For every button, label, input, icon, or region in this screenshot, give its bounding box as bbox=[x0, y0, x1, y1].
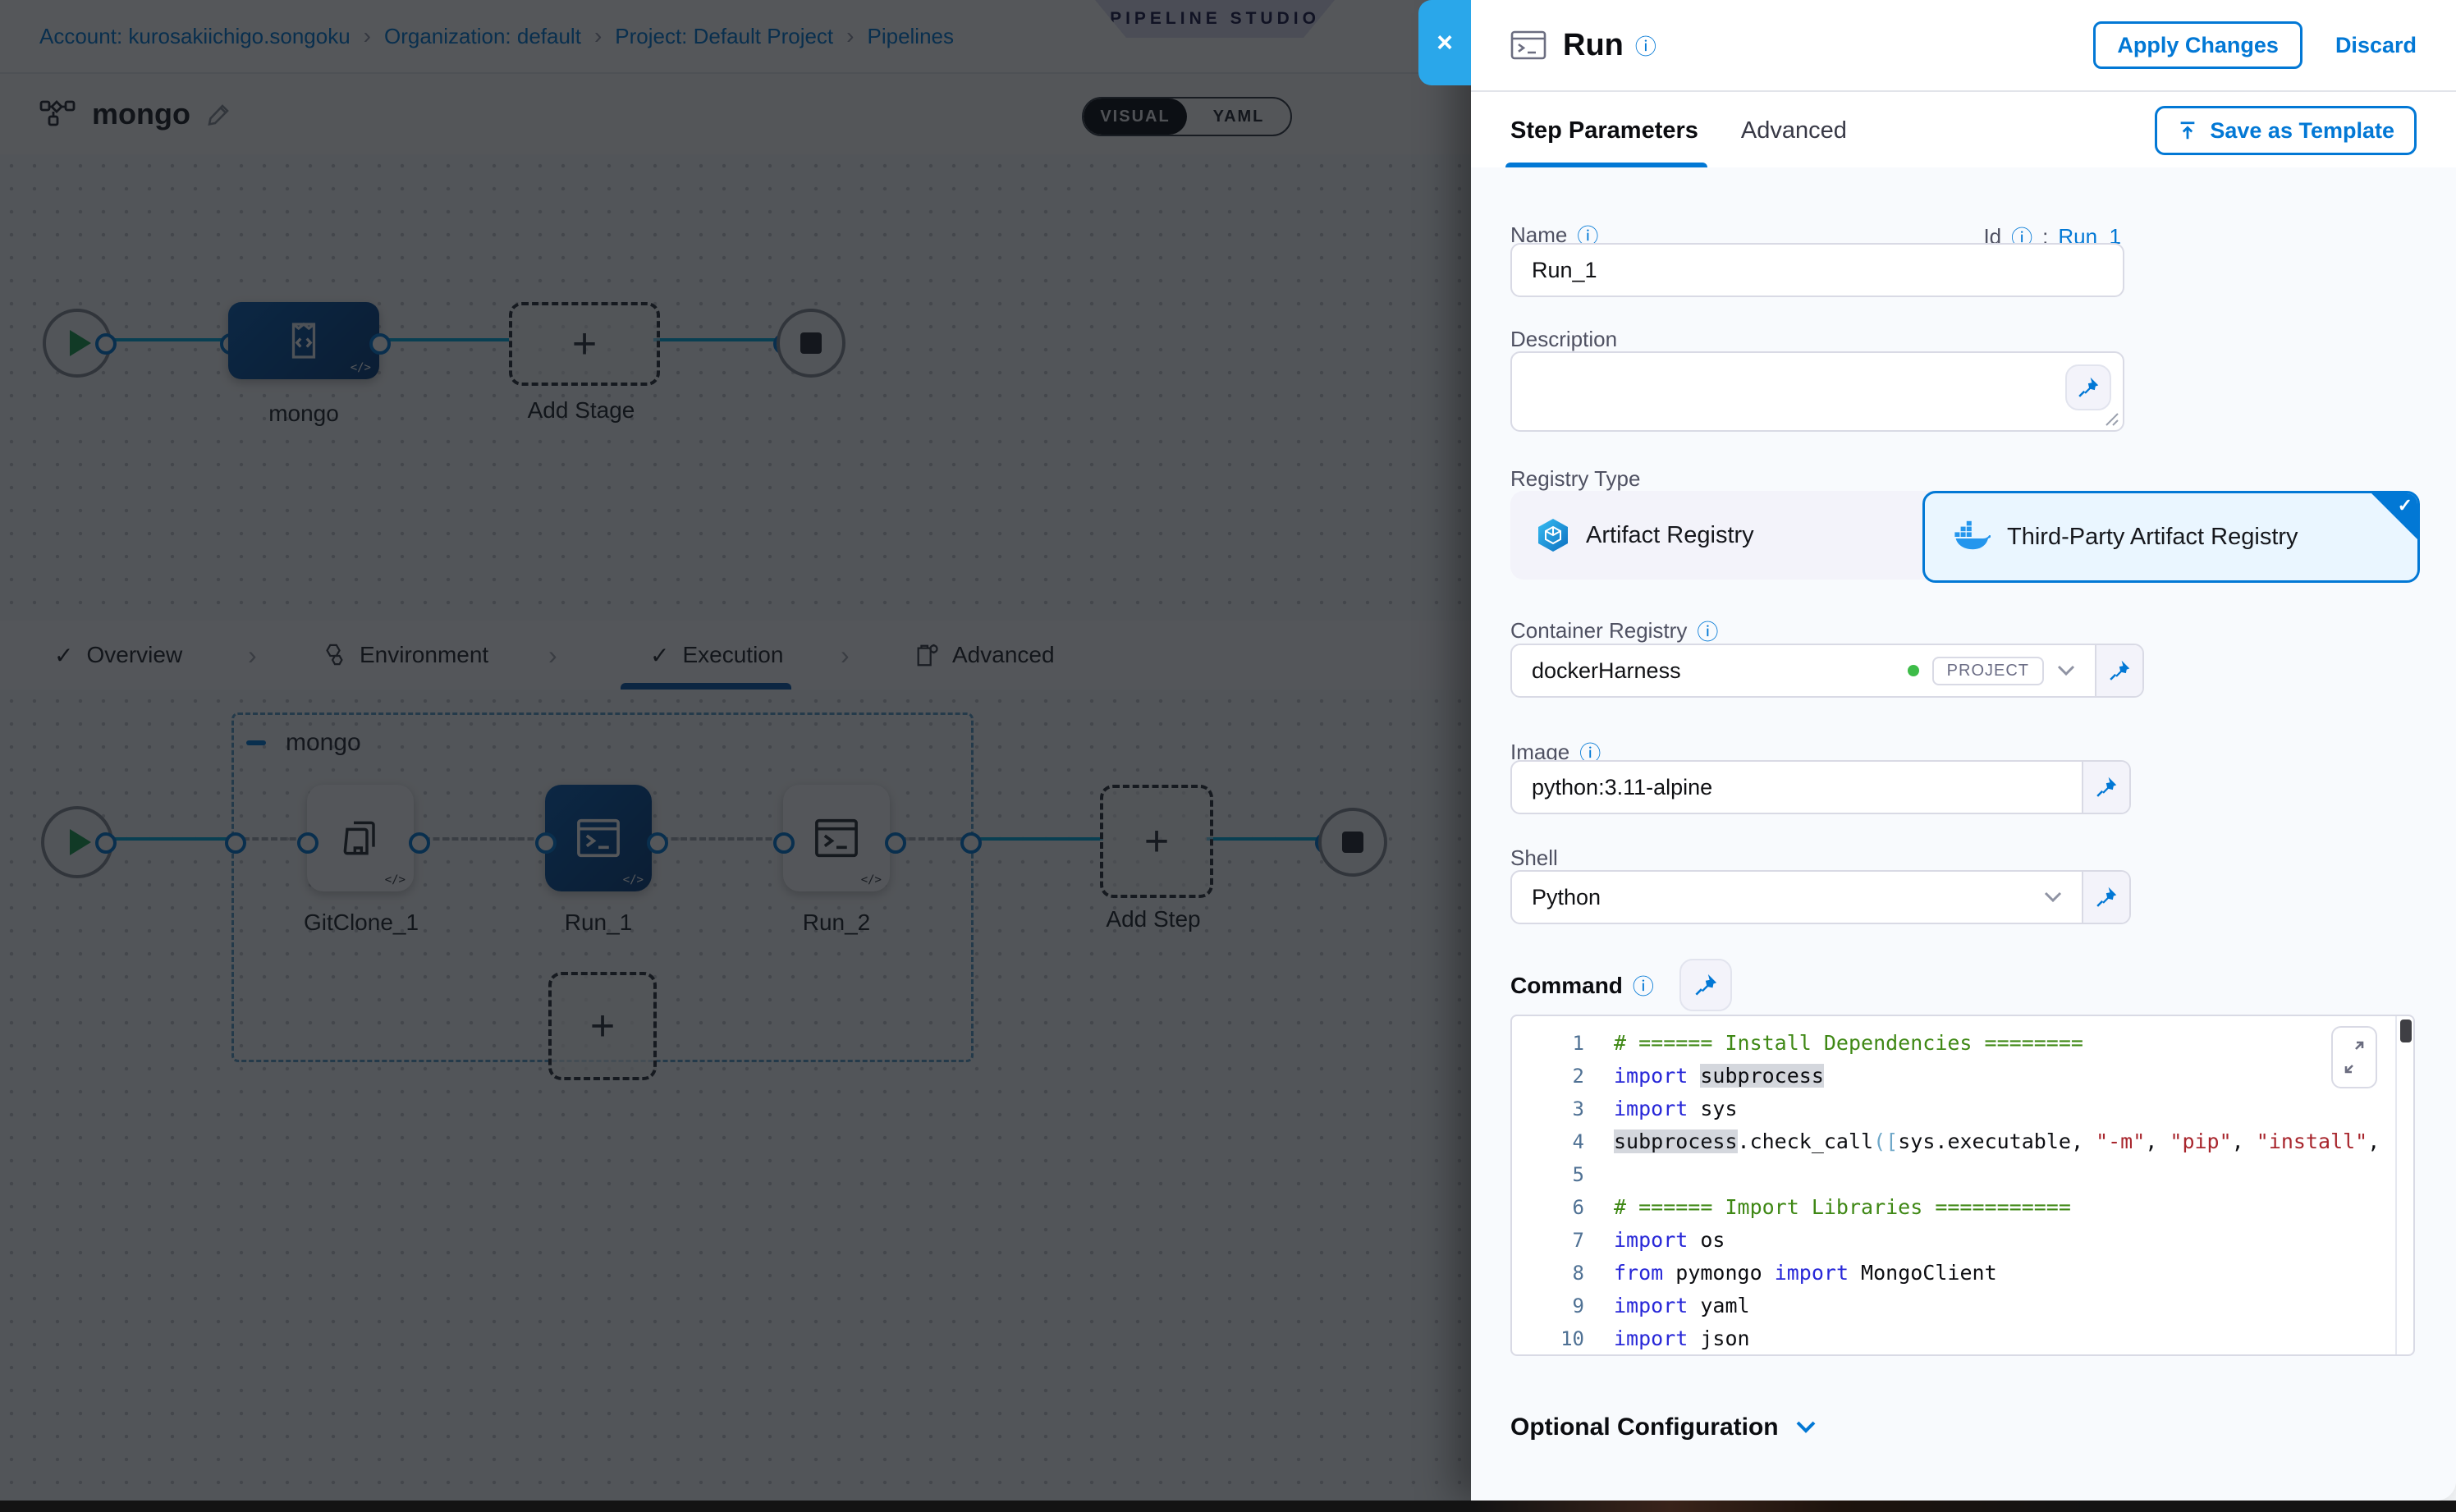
artifact-registry-icon bbox=[1537, 517, 1569, 553]
pushpin-icon bbox=[1693, 973, 1718, 997]
name-input[interactable]: Run_1 bbox=[1510, 243, 2124, 297]
registry-option-artifact-label: Artifact Registry bbox=[1586, 522, 1754, 549]
image-input[interactable]: python:3.11-alpine bbox=[1512, 762, 2082, 813]
editor-scrollbar-thumb[interactable] bbox=[2400, 1019, 2412, 1042]
close-icon: × bbox=[1436, 27, 1453, 59]
info-icon[interactable]: ⓘ bbox=[1633, 970, 1654, 1001]
tab-advanced-drawer[interactable]: Advanced bbox=[1741, 117, 1847, 144]
pushpin-icon bbox=[2108, 659, 2131, 682]
registry-option-third-party[interactable]: Third-Party Artifact Registry ✓ bbox=[1922, 491, 2420, 583]
fullscreen-icon bbox=[2343, 1039, 2366, 1075]
command-code-editor[interactable]: 1# ====== Install Dependencies ========2… bbox=[1510, 1015, 2415, 1356]
registry-type-label: Registry Type bbox=[1510, 466, 1640, 492]
chevron-down-icon bbox=[2057, 665, 2075, 676]
step-parameters-panel: Name ⓘ Id ⓘ : Run_1 Run_1 Description bbox=[1471, 167, 2456, 1501]
drawer-header-actions: Apply Changes Discard bbox=[2093, 21, 2417, 69]
terminal-icon bbox=[1510, 30, 1546, 61]
chevron-down-icon bbox=[1795, 1420, 1817, 1435]
pushpin-icon bbox=[2095, 776, 2118, 799]
image-input-group: python:3.11-alpine bbox=[1510, 760, 2131, 814]
pin-runtime-input-button[interactable] bbox=[1679, 959, 1732, 1011]
drawer-header: Run ⓘ Apply Changes Discard bbox=[1471, 0, 2456, 92]
shell-value: Python bbox=[1532, 885, 2031, 910]
project-scope-badge: PROJECT bbox=[1932, 657, 2044, 685]
window-bottom-edge bbox=[0, 1501, 2456, 1512]
info-icon[interactable]: ⓘ bbox=[1635, 30, 1656, 61]
info-icon[interactable]: ⓘ bbox=[1697, 616, 1718, 646]
pin-runtime-input-button[interactable] bbox=[2082, 872, 2129, 923]
shell-select-group: Python bbox=[1510, 870, 2131, 924]
chevron-down-icon bbox=[2044, 891, 2062, 903]
modal-dim-overlay bbox=[0, 0, 1473, 1501]
pushpin-icon bbox=[2077, 376, 2100, 399]
container-registry-label: Container Registry ⓘ bbox=[1510, 616, 1718, 646]
drawer-tab-bar: Step Parameters Advanced Save as Templat… bbox=[1471, 92, 2456, 169]
expand-editor-button[interactable] bbox=[2331, 1026, 2377, 1088]
description-textarea[interactable] bbox=[1510, 351, 2124, 432]
description-label: Description bbox=[1510, 327, 1617, 352]
image-value: python:3.11-alpine bbox=[1532, 775, 1712, 800]
step-config-drawer: × Run ⓘ Apply Changes Discard Step Param… bbox=[1471, 0, 2456, 1501]
discard-button[interactable]: Discard bbox=[2335, 33, 2417, 58]
apply-changes-button[interactable]: Apply Changes bbox=[2093, 21, 2302, 69]
registry-option-third-party-label: Third-Party Artifact Registry bbox=[2007, 524, 2298, 551]
close-drawer-button[interactable]: × bbox=[1418, 0, 1471, 85]
shell-select[interactable]: Python bbox=[1512, 872, 2082, 923]
upload-icon bbox=[2177, 120, 2198, 141]
editor-scrollbar[interactable] bbox=[2395, 1016, 2413, 1354]
shell-label: Shell bbox=[1510, 845, 1558, 871]
docker-icon bbox=[1951, 520, 1991, 553]
save-as-template-button[interactable]: Save as Template bbox=[2155, 106, 2417, 155]
registry-option-artifact[interactable]: Artifact Registry bbox=[1510, 491, 1947, 580]
pushpin-icon bbox=[2095, 886, 2118, 909]
tab-step-parameters[interactable]: Step Parameters bbox=[1510, 117, 1698, 144]
container-registry-value: dockerHarness bbox=[1532, 658, 1895, 684]
pin-runtime-input-button[interactable] bbox=[2065, 364, 2111, 410]
connector-status-dot bbox=[1908, 665, 1919, 676]
save-as-template-label: Save as Template bbox=[2210, 118, 2394, 144]
command-label: Command ⓘ bbox=[1510, 970, 1654, 1001]
drawer-title: Run bbox=[1563, 28, 1624, 63]
optional-configuration-label: Optional Configuration bbox=[1510, 1413, 1779, 1441]
pipeline-studio-app: Account: kurosakiichigo.songoku › Organi… bbox=[0, 0, 2456, 1512]
command-code-lines[interactable]: 1# ====== Install Dependencies ========2… bbox=[1512, 1016, 2397, 1354]
pin-runtime-input-button[interactable] bbox=[2082, 762, 2129, 813]
container-registry-select[interactable]: dockerHarness PROJECT bbox=[1510, 644, 2144, 698]
check-icon: ✓ bbox=[2398, 495, 2412, 516]
pin-runtime-input-button[interactable] bbox=[2095, 645, 2142, 696]
resize-handle-icon[interactable] bbox=[2105, 412, 2119, 427]
optional-configuration-toggle[interactable]: Optional Configuration bbox=[1510, 1413, 1817, 1441]
